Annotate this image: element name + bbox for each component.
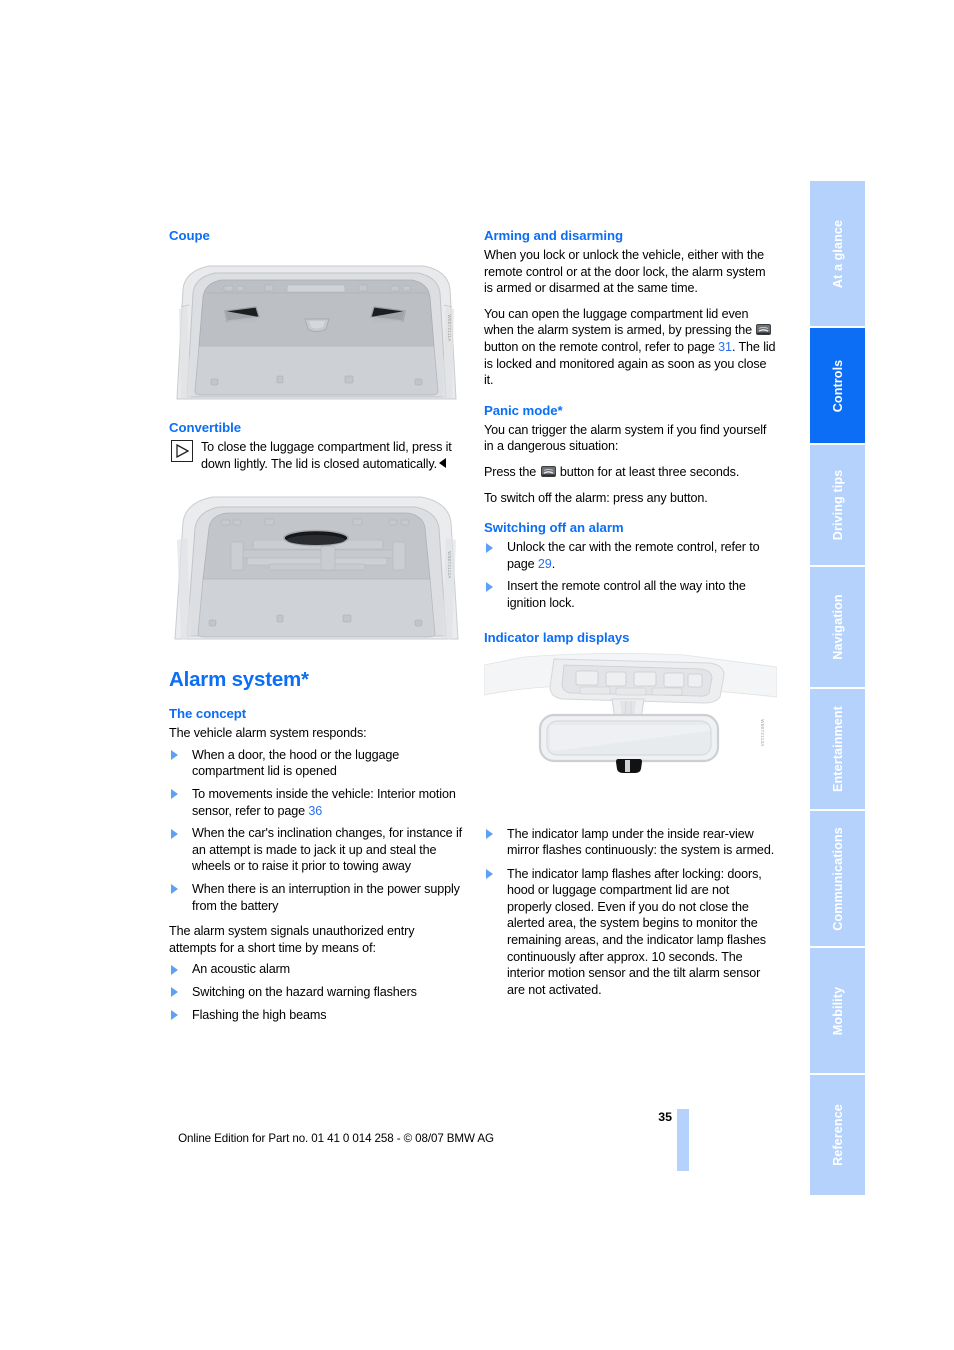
heading-the-concept: The concept: [169, 706, 247, 722]
list-item: When there is an interruption in the pow…: [169, 881, 462, 914]
tab-controls[interactable]: Controls: [810, 328, 865, 443]
concept-intro: The vehicle alarm system responds:: [169, 726, 367, 741]
list-item: The indicator lamp under the inside rear…: [484, 826, 777, 859]
triangle-bullet-icon: [171, 789, 178, 800]
list-item-text: Switching on the hazard warning flashers: [192, 984, 417, 999]
triangle-bullet-icon: [171, 964, 178, 975]
tab-label: Mobility: [830, 986, 845, 1035]
triangle-bullet-icon: [171, 884, 178, 895]
switching-off-list: Unlock the car with the remote control, …: [484, 539, 777, 611]
list-item-text: An acoustic alarm: [192, 962, 291, 977]
page-reference[interactable]: 31: [718, 340, 732, 354]
tab-navigation[interactable]: Navigation: [810, 567, 865, 687]
triangle-bullet-icon: [486, 542, 493, 553]
convertible-note-text: To close the luggage compartment lid, pr…: [201, 440, 452, 471]
list-item-text: Flashing the high beams: [192, 1007, 327, 1022]
page-number: 35: [658, 1110, 672, 1124]
panic-paragraph-1: You can trigger the alarm system if you …: [484, 422, 767, 454]
list-item-text: The indicator lamp flashes after locking…: [507, 866, 766, 997]
tab-label: At a glance: [830, 219, 845, 288]
concept-list: When a door, the hood or the luggage com…: [169, 747, 462, 914]
list-item-text: When the car's inclination changes, for …: [192, 826, 462, 874]
list-item-text: When there is an interruption in the pow…: [192, 881, 460, 913]
tab-label: Entertainment: [830, 706, 845, 792]
figure-code: W0072113A: [759, 719, 765, 747]
heading-convertible: Convertible: [169, 420, 241, 435]
trunk-release-button-icon: [756, 323, 772, 336]
heading-indicator-lamp-displays: Indicator lamp displays: [484, 629, 630, 645]
section-tab-strip: At a glance Controls Driving tips Naviga…: [810, 181, 865, 1197]
list-item: When a door, the hood or the luggage com…: [169, 747, 462, 780]
tab-label: Controls: [830, 359, 845, 412]
list-item-text: To movements inside the vehicle: Interio…: [192, 786, 456, 818]
figure-convertible-luggage-compartment-lid: W0072112A: [169, 484, 464, 647]
list-item: The indicator lamp flashes after locking…: [484, 866, 777, 999]
heading-arming-and-disarming: Arming and disarming: [484, 228, 623, 243]
triangle-bullet-icon: [171, 1010, 178, 1020]
manual-page: Coupe W0072111A Convertible To close the…: [0, 0, 954, 1350]
panic-text-part1: Press the: [484, 464, 540, 479]
tab-reference[interactable]: Reference: [810, 1075, 865, 1195]
tab-label: Communications: [830, 826, 845, 931]
triangle-bullet-icon: [486, 869, 493, 880]
panic-paragraph-3: To switch off the alarm: press any butto…: [484, 490, 708, 505]
heading-panic-mode: Panic mode*: [484, 402, 563, 418]
arming-paragraph-1: When you lock or unlock the vehicle, eit…: [484, 248, 766, 296]
page-reference[interactable]: 36: [308, 804, 322, 818]
triangle-bullet-icon: [171, 987, 178, 998]
list-item-text: Insert the remote control all the way in…: [507, 579, 746, 610]
page-reference[interactable]: 29: [538, 557, 552, 571]
triangle-bullet-icon: [171, 828, 178, 839]
list-item-text: The indicator lamp under the inside rear…: [507, 826, 775, 858]
tab-mobility[interactable]: Mobility: [810, 948, 865, 1073]
tab-at-a-glance[interactable]: At a glance: [810, 181, 865, 326]
signals-list: An acoustic alarm Switching on the hazar…: [169, 961, 462, 1023]
page-title-alarm-system: Alarm system*: [169, 668, 309, 692]
left-column: Coupe W0072111A Convertible To close the…: [169, 228, 464, 1032]
figure-code: W0072111A: [446, 313, 452, 342]
list-item-text-suffix: .: [551, 556, 556, 571]
instruction-triangle-icon: [171, 440, 193, 462]
arming-text-part1: You can open the luggage compartment lid…: [484, 306, 756, 338]
tab-label: Reference: [830, 1104, 845, 1166]
triangle-bullet-icon: [171, 750, 178, 761]
tab-entertainment[interactable]: Entertainment: [810, 689, 865, 809]
triangle-bullet-icon: [486, 829, 493, 839]
list-item: Switching on the hazard warning flashers: [169, 984, 462, 1001]
triangle-bullet-icon: [486, 581, 493, 592]
list-item: To movements inside the vehicle: Interio…: [169, 786, 462, 819]
arming-text-part2: button on the remote control, refer to p…: [484, 339, 719, 354]
trunk-release-button-icon: [540, 465, 556, 477]
end-of-note-marker: [438, 457, 446, 468]
arming-paragraph-2: You can open the luggage compartment lid…: [484, 306, 777, 389]
heading-switching-off-an-alarm: Switching off an alarm: [484, 520, 624, 536]
footer-copyright: Online Edition for Part no. 01 41 0 014 …: [178, 1132, 494, 1145]
list-item: An acoustic alarm: [169, 961, 462, 978]
figure-code: W0072112A: [446, 551, 452, 579]
list-item-text: When a door, the hood or the luggage com…: [192, 747, 400, 779]
tab-communications[interactable]: Communications: [810, 811, 865, 946]
right-column: Arming and disarming When you lock or un…: [484, 228, 777, 1007]
panic-text-part2: button for at least three seconds.: [556, 464, 740, 479]
tab-label: Navigation: [830, 594, 845, 660]
figure-coupe-luggage-compartment-lid: W0072111A: [169, 249, 464, 406]
tab-driving-tips[interactable]: Driving tips: [810, 445, 865, 565]
heading-coupe: Coupe: [169, 228, 210, 243]
list-item: Unlock the car with the remote control, …: [484, 539, 777, 572]
tab-label: Driving tips: [830, 469, 845, 541]
list-item: When the car's inclination changes, for …: [169, 825, 462, 875]
signals-intro: The alarm system signals unauthorized en…: [169, 924, 415, 955]
list-item: Insert the remote control all the way in…: [484, 578, 777, 611]
panic-paragraph-2: Press the button for at least three seco…: [484, 464, 777, 481]
footer-accent-bar: [677, 1109, 689, 1171]
figure-inside-rear-view-mirror: W0072113A: [484, 650, 777, 816]
list-item: Flashing the high beams: [169, 1007, 462, 1024]
convertible-note: To close the luggage compartment lid, pr…: [169, 439, 462, 472]
indicator-list: The indicator lamp under the inside rear…: [484, 826, 777, 999]
